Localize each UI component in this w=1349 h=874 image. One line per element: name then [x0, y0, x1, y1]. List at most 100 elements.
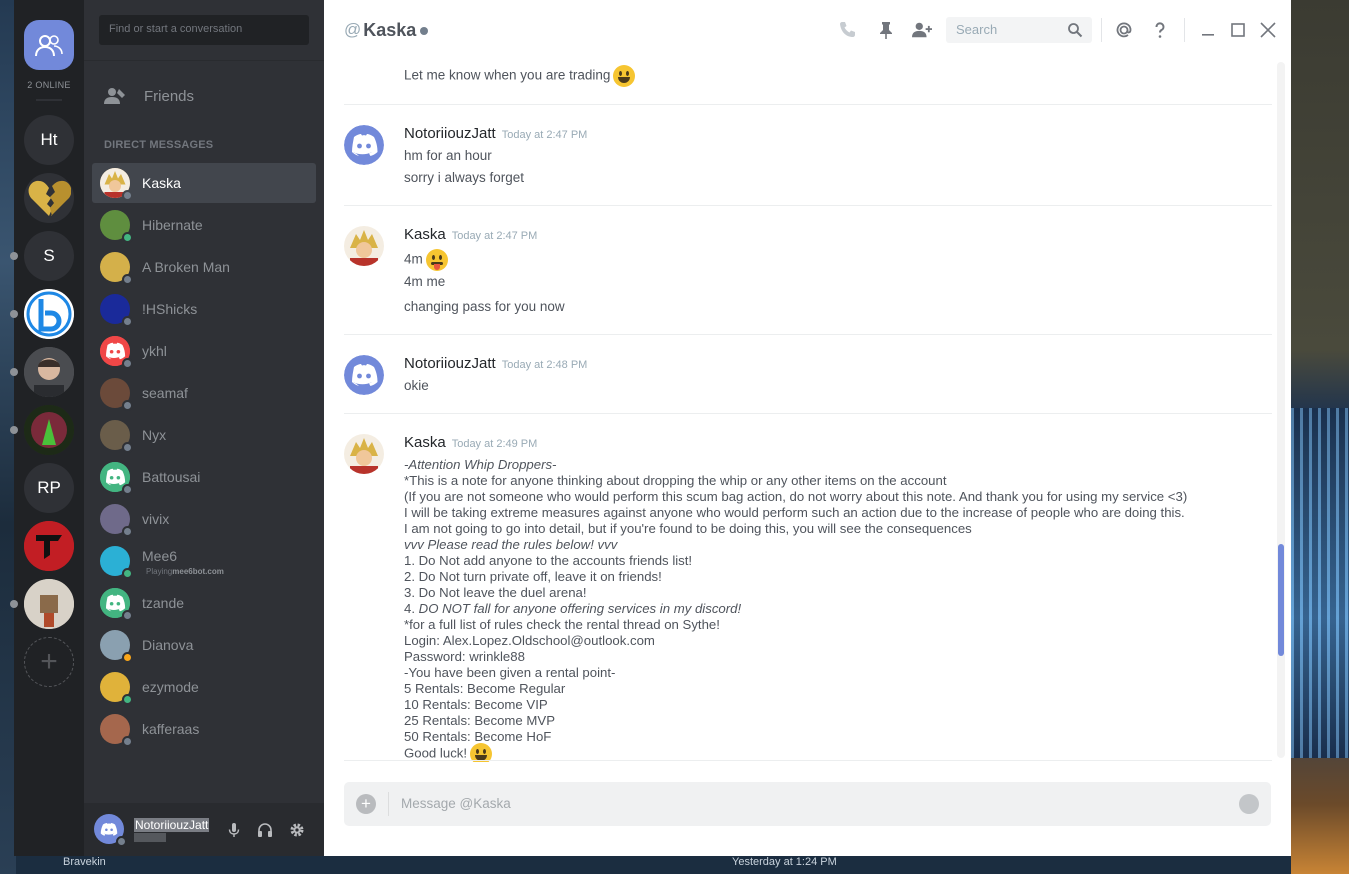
minimize-icon[interactable] [1198, 20, 1218, 40]
add-server-button[interactable]: + [24, 637, 74, 687]
message-text: (If you are not someone who would perfor… [404, 489, 1188, 504]
server-icon[interactable]: Ht [24, 115, 74, 165]
server-initials: RP [37, 478, 61, 497]
dm-item-a-broken-man[interactable]: A Broken Man [92, 247, 316, 287]
message-text: okie [404, 378, 429, 393]
message-text: 5 Rentals: Become Regular [404, 681, 566, 696]
dm-sidebar: Find or start a conversation Friends DIR… [84, 0, 324, 856]
dm-name: kafferaas [142, 721, 200, 737]
server-icon[interactable] [24, 579, 74, 629]
message-text: 1. Do Not add anyone to the accounts fri… [404, 553, 693, 568]
message-timestamp: Today at 2:49 PM [451, 438, 538, 450]
author-name[interactable]: NotoriiouzJatt Today at 2:47 PM [404, 125, 587, 142]
author-name[interactable]: NotoriiouzJatt Today at 2:48 PM [404, 355, 587, 372]
pin-icon[interactable] [876, 20, 896, 40]
search-icon[interactable] [1067, 22, 1083, 38]
server-initials: S [43, 246, 55, 265]
message-text: *for a full list of rules check the rent… [404, 617, 720, 632]
dm-avatar [100, 168, 133, 201]
microphone-icon[interactable] [226, 822, 242, 838]
dm-item-mee6[interactable]: Mee6 Playingmee6bot.com [92, 541, 316, 581]
status-dot [122, 442, 133, 453]
dm-avatar [100, 630, 133, 663]
author-avatar[interactable] [344, 355, 384, 395]
dm-item-battousai[interactable]: Battousai [92, 457, 316, 497]
message-text: 4m [404, 249, 448, 271]
b-logo-icon [24, 289, 74, 339]
server-icon[interactable] [24, 173, 74, 223]
server-icon[interactable] [24, 521, 74, 571]
status-dot [122, 316, 133, 327]
home-friends-button[interactable] [24, 20, 74, 70]
status-dot [122, 274, 133, 285]
upload-plus-icon[interactable]: + [356, 794, 376, 814]
message-timestamp: Today at 2:47 PM [451, 230, 538, 242]
author-avatar[interactable] [344, 434, 384, 474]
message-text: changing pass for you now [404, 299, 565, 314]
message-text: sorry i always forget [404, 170, 525, 185]
user-name: NotoriiouzJatt [134, 818, 210, 832]
message-text: hm for an hour [404, 148, 492, 163]
status-dot [122, 190, 133, 201]
unread-indicator [10, 310, 18, 318]
friends-nav-item[interactable]: Friends [104, 86, 194, 106]
message-composer[interactable]: + Message @Kaska [344, 782, 1271, 826]
server-icon[interactable] [24, 405, 74, 455]
close-icon[interactable] [1258, 20, 1278, 40]
status-dot [122, 652, 133, 663]
friends-icon [35, 35, 63, 57]
message-text: 3. Do Not leave the duel arena! [404, 585, 587, 600]
dm-item-dianova[interactable]: Dianova [92, 625, 316, 665]
dm-item-tzande[interactable]: tzande [92, 583, 316, 623]
dm-name: Hibernate [142, 217, 203, 233]
dm-name: ykhl [142, 343, 167, 359]
author-name[interactable]: Kaska Today at 2:49 PM [404, 434, 537, 451]
emoji-picker-icon[interactable] [1239, 794, 1259, 814]
server-icon[interactable]: S [24, 231, 74, 281]
dm-item-hibernate[interactable]: Hibernate [92, 205, 316, 245]
taskbar-right-text: Yesterday at 1:24 PM [732, 856, 837, 868]
message-divider [344, 334, 1272, 335]
server-icon[interactable] [24, 347, 74, 397]
headphones-icon[interactable] [257, 822, 273, 838]
message-text: Let me know when you are trading [404, 65, 636, 87]
status-dot [122, 484, 133, 495]
dm-item-kafferaas[interactable]: kafferaas [92, 709, 316, 749]
help-icon[interactable] [1150, 20, 1170, 40]
author-avatar[interactable] [344, 226, 384, 266]
server-icon[interactable] [24, 289, 74, 339]
author-name[interactable]: Kaska Today at 2:47 PM [404, 226, 537, 243]
maximize-icon[interactable] [1228, 20, 1248, 40]
dm-item-hshicks[interactable]: !HShicks [92, 289, 316, 329]
dm-name: ezymode [142, 679, 199, 695]
server-icon[interactable]: RP [24, 463, 74, 513]
user-status-dot [116, 836, 127, 847]
author-avatar[interactable] [344, 125, 384, 165]
discord-logo-icon [100, 823, 118, 836]
message-divider [344, 760, 1272, 761]
user-avatar[interactable] [94, 814, 127, 847]
at-symbol: @ [344, 20, 362, 39]
message-input[interactable]: Message @Kaska [401, 796, 511, 811]
server-list: 2 ONLINE Ht S RP + [10, 0, 84, 856]
knight-art-icon [24, 579, 74, 629]
settings-gear-icon[interactable] [289, 822, 305, 838]
dm-name: Nyx [142, 427, 167, 443]
phone-call-icon[interactable] [838, 20, 858, 40]
dm-item-nyx[interactable]: Nyx [92, 415, 316, 455]
dm-item-kaska[interactable]: Kaska [92, 163, 316, 203]
dm-item-ykhl[interactable]: ykhl [92, 331, 316, 371]
dm-avatar [100, 378, 133, 411]
dm-item-ezymode[interactable]: ezymode [92, 667, 316, 707]
add-friend-icon[interactable] [912, 20, 932, 40]
dm-item-seamaf[interactable]: seamaf [92, 373, 316, 413]
mentions-icon[interactable] [1114, 20, 1134, 40]
broken-heart-icon [27, 178, 71, 218]
message-text: -Attention Whip Droppers- [404, 457, 557, 472]
scrollbar-thumb[interactable] [1278, 544, 1284, 656]
tongue-emoji-icon [425, 249, 448, 271]
chat-panel: @ Kaska Search Let me know when you are … [324, 0, 1291, 856]
unread-indicator [10, 368, 18, 376]
conversation-search-input[interactable]: Find or start a conversation [99, 15, 309, 45]
dm-item-vivix[interactable]: vivix [92, 499, 316, 539]
